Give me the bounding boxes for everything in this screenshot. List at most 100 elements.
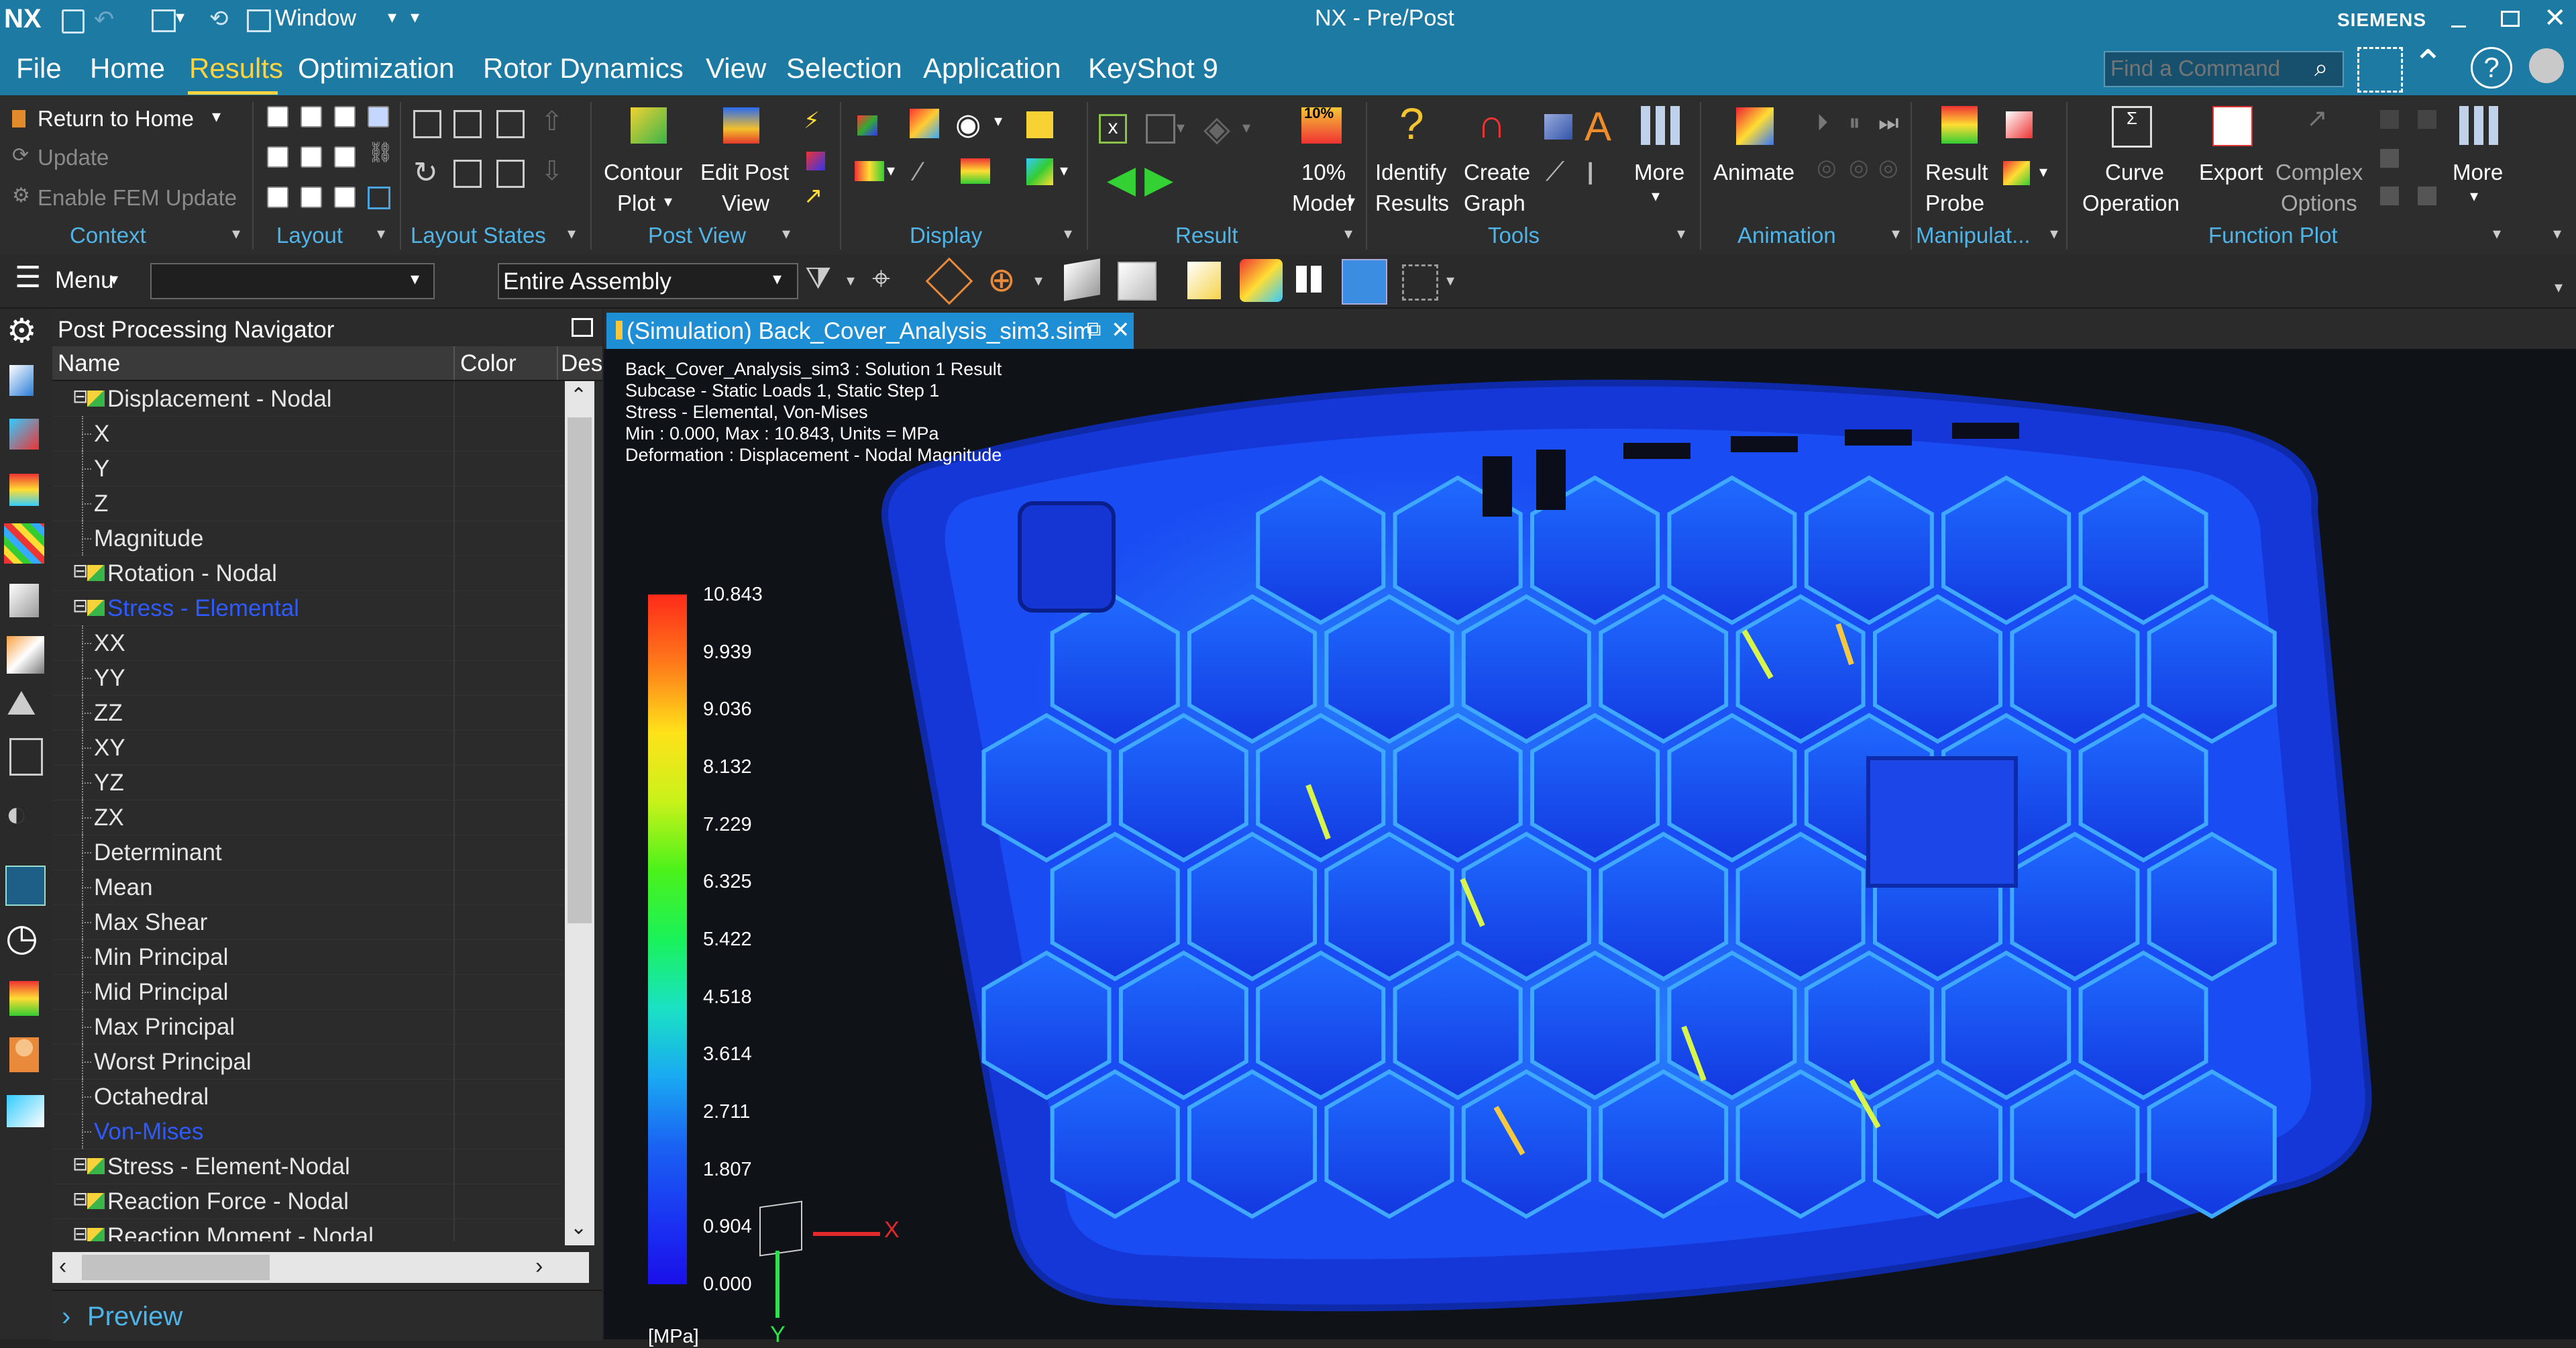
scroll-down-icon[interactable]: ⌄ [570,1216,587,1239]
sim-file-tab[interactable]: (Simulation) Back_Cover_Analysis_sim3.si… [606,313,1134,349]
plot-option-4-icon[interactable] [2380,187,2399,205]
window-menu[interactable]: Window [275,5,356,32]
solid-view-icon[interactable] [1064,258,1100,301]
curve-operation-button[interactable]: Σ Curve Operation [2073,103,2194,217]
cursor-text-icon[interactable]: I [1586,156,1595,193]
window-icon[interactable] [247,9,271,32]
graphics-window[interactable]: (Simulation) Back_Cover_Analysis_sim3.si… [604,309,2576,1347]
add-layout-icon[interactable] [453,110,482,138]
layout-six-icon[interactable] [267,187,288,208]
marquee-chevron-icon[interactable]: ▾ [1446,271,1454,291]
layout-panel-icon[interactable] [7,1095,44,1127]
undo-icon[interactable]: ↶ [94,5,114,34]
model-percent-button[interactable]: 10% 10% Model ▾ [1277,103,1364,217]
open-layout-icon[interactable] [496,110,525,138]
layout-states-chevron-icon[interactable]: ▾ [568,224,576,244]
result-chevron-icon[interactable]: ▾ [1344,224,1352,244]
color-map-icon[interactable] [4,523,44,564]
clip-icon[interactable] [1187,262,1221,299]
web-browser-icon[interactable] [5,866,46,906]
active-view-icon[interactable] [1342,259,1387,305]
scroll-right-icon[interactable]: › [535,1253,543,1280]
display-chevron-icon[interactable]: ▾ [1064,224,1072,244]
snap-point-icon[interactable]: ⊕ [987,260,1016,299]
pause-icon[interactable]: ⏸ [1849,110,1860,136]
tree-expand-toggle-icon[interactable]: ⊟ [72,594,88,617]
layout-single-icon[interactable] [267,106,288,127]
tools-more-button[interactable]: More ▾ [1623,103,1697,217]
tree-item-row[interactable]: Magnitude [52,521,564,556]
tree-item-row[interactable]: Octahedral [52,1079,564,1114]
save-layout-icon[interactable] [413,110,441,138]
menu-optimization[interactable]: Optimization [298,52,454,85]
post-view-chevron-icon[interactable]: ▾ [782,224,790,244]
marquee-icon[interactable] [1402,264,1438,301]
box-chevron-icon[interactable]: ▾ [1177,118,1185,138]
rewind-icon[interactable]: ◎ [1817,154,1837,181]
step-icon[interactable]: ⏭ [1878,110,1899,136]
contour-plot-chevron-icon[interactable]: ▾ [664,192,672,211]
part-icon[interactable] [9,584,39,617]
type-filter-dropdown[interactable]: ▾ [150,263,435,299]
reuse-library-icon[interactable]: ⛰ [7,683,36,724]
layers-chevron-icon[interactable]: ▾ [1242,118,1250,138]
menu-selection[interactable]: Selection [786,52,902,85]
tree-group-row[interactable]: ⊟ Rotation - Nodal [52,556,564,591]
manipulate-chevron-icon[interactable]: ▾ [2039,162,2047,182]
display-undeformed-icon[interactable] [910,109,939,138]
snap-chevron-icon[interactable]: ▾ [1034,271,1042,291]
edit-post-view-button[interactable]: Edit Post View [699,103,793,217]
annotation-text-icon[interactable]: A [1585,103,1611,150]
marker-icon[interactable] [806,152,825,170]
view-triad[interactable]: X Y [759,1190,900,1347]
cube-display-icon[interactable] [1026,111,1053,138]
function-plot-chevron-icon[interactable]: ▾ [2493,224,2501,244]
layout-three-icon[interactable] [334,146,356,168]
plot-option-1-icon[interactable] [2380,110,2399,129]
tree-group-row[interactable]: ⊟ Reaction Moment - Nodal [52,1219,564,1241]
return-to-home-button[interactable]: Return to Home [38,106,194,132]
undock-tab-icon[interactable]: ⧉ [1087,318,1101,341]
menu-chevron-icon[interactable]: ▾ [110,270,118,289]
tree-item-row[interactable]: Mid Principal [52,974,564,1010]
element-display-chevron-icon[interactable]: ▾ [1060,161,1068,180]
loop-icon[interactable]: ◎ [1878,154,1898,181]
results-navigator-icon[interactable] [9,474,39,506]
customize-chevron-icon[interactable]: ▾ [411,7,419,28]
app-logo[interactable]: NX [4,4,42,34]
tree-item-row[interactable]: Worst Principal [52,1044,564,1080]
plot-option-5-icon[interactable] [2418,187,2436,205]
tree-item-row[interactable]: Y [52,451,564,486]
play-icon[interactable]: ⏵ [1817,110,1828,136]
tree-item-row[interactable]: Mean [52,870,564,905]
tree-item-row[interactable]: ZX [52,800,564,835]
assembly-scope-chevron-icon[interactable]: ▾ [773,268,782,289]
function-plot-more-chevron-icon[interactable]: ▾ [2470,187,2478,206]
plot-option-2-icon[interactable] [2418,110,2436,129]
vertical-scroll-thumb[interactable] [568,417,592,923]
menu-file[interactable]: File [16,52,62,85]
tree-expand-toggle-icon[interactable]: ⊟ [72,1223,88,1241]
menu-button[interactable]: Menu [55,267,114,294]
navigator-maximize-icon[interactable] [572,318,593,337]
layout-v-split-icon[interactable] [301,146,322,168]
menu-home[interactable]: Home [90,52,165,85]
layout-two-icon[interactable] [301,106,322,127]
empty-box-icon[interactable] [1146,114,1175,144]
tools-more-chevron-icon[interactable]: ▾ [1652,187,1660,206]
animate-button[interactable]: Animate [1709,103,1803,217]
toolbar-overflow-chevron-icon[interactable]: ▾ [2555,278,2563,297]
clipboard-icon[interactable] [453,160,482,188]
menu-rotor-dynamics[interactable]: Rotor Dynamics [483,52,684,85]
hamburger-menu-icon[interactable]: ☰ [15,260,41,295]
filter-icon[interactable]: ⧩ [805,262,831,295]
save-state-icon[interactable] [496,160,525,188]
window-tile-icon[interactable] [1296,266,1323,293]
window-switch-icon[interactable] [152,9,176,32]
tree-item-row[interactable]: Determinant [52,835,564,870]
save-icon[interactable] [62,9,85,34]
create-graph-button[interactable]: ∩ Create Graph [1460,101,1534,217]
layout-four-icon[interactable] [334,106,356,127]
show-hide-chevron-icon[interactable]: ▾ [994,111,1002,131]
annotation-icon[interactable]: ⚡ [804,107,820,134]
